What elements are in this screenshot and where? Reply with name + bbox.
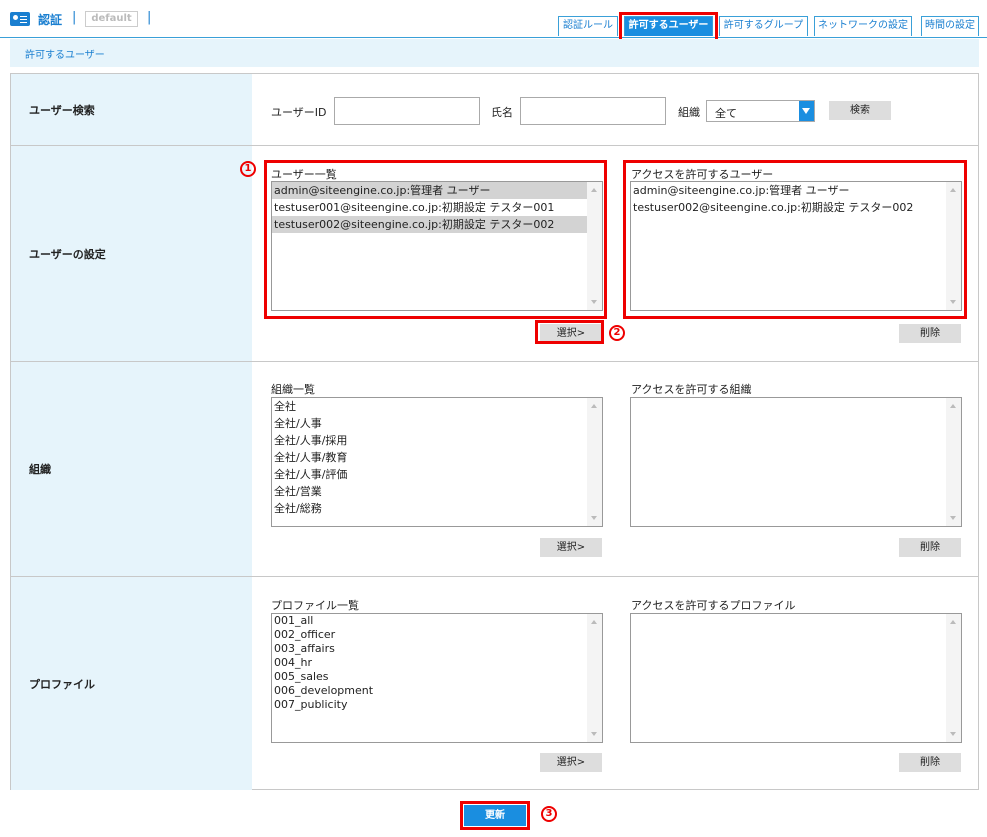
profile-list-title: プロファイル一覧 — [271, 599, 359, 612]
list-item[interactable]: 全社/人事 — [272, 415, 602, 432]
step-2-marker: 2 — [609, 325, 625, 341]
id-card-icon — [10, 12, 30, 26]
org-select[interactable]: 全て — [706, 100, 815, 122]
list-item[interactable]: 全社/営業 — [272, 483, 602, 500]
userid-input[interactable] — [334, 97, 480, 125]
row-label: ユーザー検索 — [11, 74, 252, 145]
list-item[interactable]: 001_all — [272, 614, 602, 628]
org-list[interactable]: 全社 全社/人事 全社/人事/採用 全社/人事/教育 全社/人事/評価 全社/営… — [271, 397, 603, 527]
name-input[interactable] — [520, 97, 666, 125]
scrollbar[interactable] — [587, 614, 602, 742]
sub-header: 許可するユーザー — [10, 39, 979, 67]
row-label: プロファイル — [11, 577, 252, 790]
section-title: 許可するユーザー — [25, 50, 105, 61]
tab-allowed-groups[interactable]: 許可するグループ — [719, 16, 808, 36]
tab-auth-rules[interactable]: 認証ルール — [558, 16, 618, 36]
select-org-button[interactable]: 選択> — [540, 538, 602, 557]
profile-row: プロファイル プロファイル一覧 001_all 002_officer 003_… — [11, 577, 978, 790]
delete-org-button[interactable]: 削除 — [899, 538, 961, 557]
list-item[interactable]: 全社 — [272, 398, 602, 415]
highlight-user-list — [264, 160, 607, 319]
list-item[interactable]: 全社/総務 — [272, 500, 602, 517]
title-separator: | — [147, 10, 152, 25]
allowed-profile-list[interactable] — [630, 613, 962, 743]
app-title: 認証 — [38, 13, 63, 27]
user-search-row: ユーザー検索 ユーザーID 氏名 組織 全て 検索 — [11, 74, 978, 146]
name-label: 氏名 — [491, 106, 513, 119]
tab-network-settings[interactable]: ネットワークの設定 — [814, 16, 912, 36]
allowed-orgs-title: アクセスを許可する組織 — [631, 383, 752, 396]
select-profile-button[interactable]: 選択> — [540, 753, 602, 772]
allowed-profiles-title: アクセスを許可するプロファイル — [631, 599, 796, 612]
list-item[interactable]: 007_publicity — [272, 698, 602, 712]
profile-list[interactable]: 001_all 002_officer 003_affairs 004_hr 0… — [271, 613, 603, 743]
header: 認証 | default | 認証ルール 許可するユーザー 許可するグループ ネ… — [0, 0, 987, 38]
allowed-org-list[interactable] — [630, 397, 962, 527]
scrollbar[interactable] — [946, 398, 961, 526]
list-item[interactable]: 全社/人事/採用 — [272, 432, 602, 449]
list-item[interactable]: 全社/人事/評価 — [272, 466, 602, 483]
scrollbar[interactable] — [946, 614, 961, 742]
list-item[interactable]: 004_hr — [272, 656, 602, 670]
update-button[interactable]: 更新 — [464, 805, 526, 826]
step-3-marker: 3 — [541, 806, 557, 822]
tab-time-settings[interactable]: 時間の設定 — [921, 16, 979, 36]
row-label: 組織 — [11, 362, 252, 576]
delete-profile-button[interactable]: 削除 — [899, 753, 961, 772]
row-label: ユーザーの設定 — [11, 146, 252, 361]
list-item[interactable]: 全社/人事/教育 — [272, 449, 602, 466]
highlight-select-button — [535, 320, 604, 344]
highlight-tab — [619, 12, 718, 42]
scope-label: default — [85, 11, 138, 27]
org-row: 組織 組織一覧 全社 全社/人事 全社/人事/採用 全社/人事/教育 全社/人事… — [11, 362, 978, 577]
userid-label: ユーザーID — [271, 106, 327, 119]
search-button[interactable]: 検索 — [829, 101, 891, 120]
delete-user-button[interactable]: 削除 — [899, 324, 961, 343]
list-item[interactable]: 006_development — [272, 684, 602, 698]
chevron-down-icon[interactable] — [799, 101, 814, 121]
list-item[interactable]: 005_sales — [272, 670, 602, 684]
org-list-title: 組織一覧 — [271, 383, 315, 396]
list-item[interactable]: 003_affairs — [272, 642, 602, 656]
title-separator: | — [72, 10, 77, 25]
org-label: 組織 — [678, 106, 700, 119]
list-item[interactable]: 002_officer — [272, 628, 602, 642]
scrollbar[interactable] — [587, 398, 602, 526]
step-1-marker: 1 — [240, 161, 256, 177]
highlight-allowed-users — [623, 160, 967, 319]
